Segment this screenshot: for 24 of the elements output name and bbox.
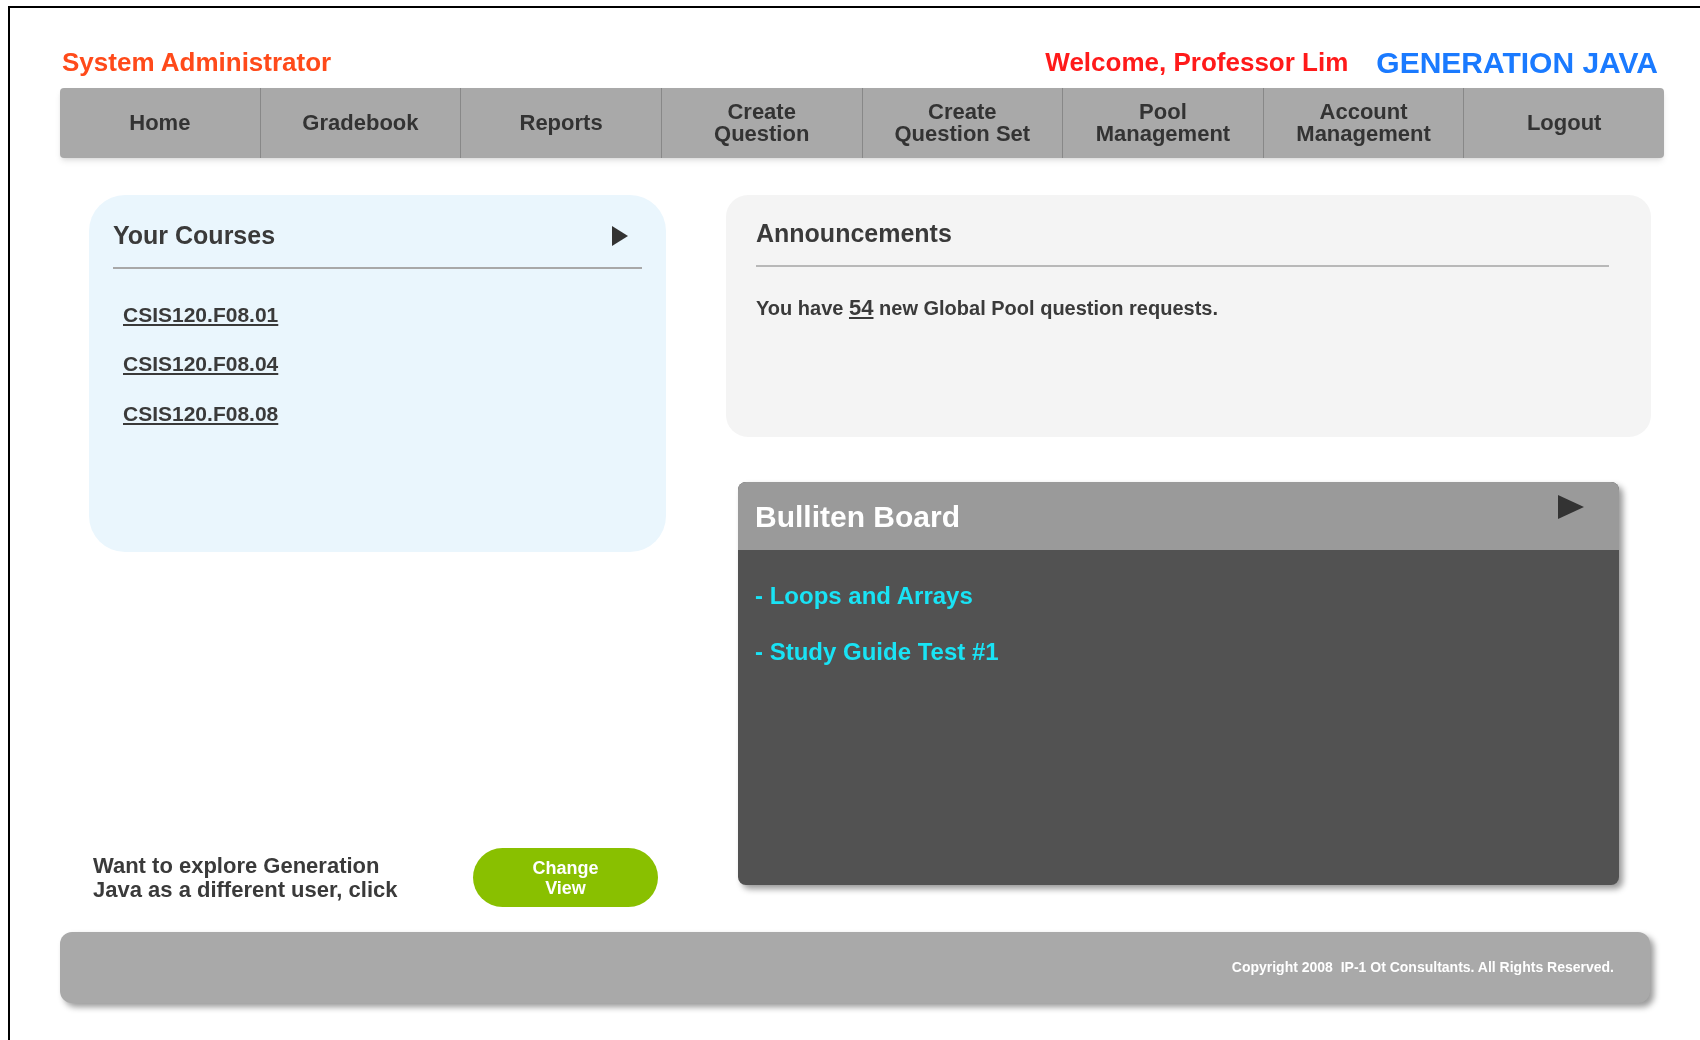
- panel-title: Bulliten Board: [755, 498, 960, 535]
- nav-tab[interactable]: Create Question: [661, 88, 863, 158]
- course-link[interactable]: CSIS120.F08.08: [123, 397, 279, 429]
- course-link[interactable]: CSIS120.F08.04: [123, 348, 279, 380]
- brand-logo: GENERATION JAVA: [1376, 44, 1658, 81]
- nav-tab[interactable]: Account Management: [1263, 88, 1465, 158]
- request-count-link[interactable]: 54: [849, 294, 874, 320]
- welcome-text: Welcome, Professor Lim: [1045, 45, 1349, 79]
- nav-tab[interactable]: Gradebook: [260, 88, 462, 158]
- announcement-message: You have 54 new Global Pool question requests.: [756, 293, 1219, 322]
- nav-tab[interactable]: Logout: [1464, 88, 1664, 158]
- nav-tab[interactable]: Pool Management: [1063, 88, 1264, 158]
- bulletin-link[interactable]: - Loops and Arrays: [755, 578, 973, 614]
- copyright-text: Copyright 2008 IP-1 Ot Consultants. All Rights Reserved.: [1231, 958, 1614, 977]
- panel-title: Your Courses: [113, 220, 276, 251]
- role-label: System Administrator: [62, 45, 332, 79]
- nav-tab[interactable]: Create Question Set: [862, 88, 1064, 158]
- nav-tab[interactable]: Reports: [461, 88, 662, 158]
- panel-title: Announcements: [756, 219, 952, 247]
- course-link[interactable]: CSIS120.F08.01: [123, 298, 279, 330]
- nav-tab[interactable]: Home: [60, 88, 261, 158]
- bulletin-link[interactable]: - Study Guide Test #1: [755, 634, 999, 670]
- change-view-prompt: Want to explore Generation Java as a different user, click: [93, 853, 399, 902]
- play-icon[interactable]: [612, 225, 628, 246]
